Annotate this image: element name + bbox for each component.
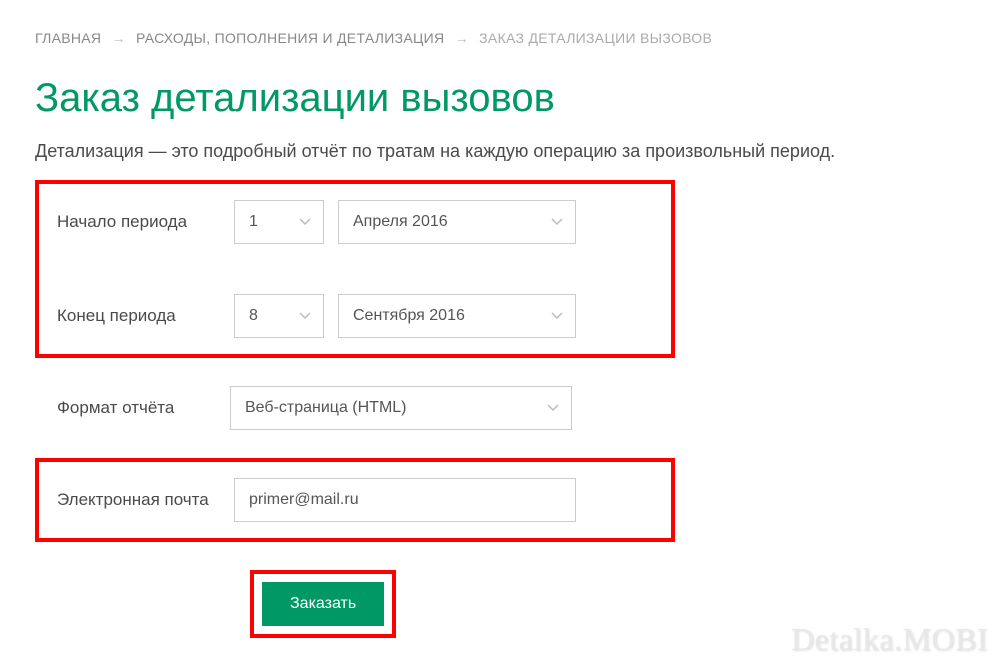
email-input[interactable] <box>234 478 576 522</box>
chevron-down-icon <box>299 213 311 231</box>
format-value: Веб-страница (HTML) <box>245 399 407 417</box>
period-end-month-select[interactable]: Сентября 2016 <box>338 294 576 338</box>
period-start-month-value: Апреля 2016 <box>353 213 448 231</box>
period-start-month-select[interactable]: Апреля 2016 <box>338 200 576 244</box>
period-end-row: Конец периода 8 Сентября 2016 <box>39 294 671 338</box>
breadcrumb-expenses[interactable]: РАСХОДЫ, ПОПОЛНЕНИЯ И ДЕТАЛИЗАЦИЯ <box>136 30 444 46</box>
breadcrumb-current: ЗАКАЗ ДЕТАЛИЗАЦИИ ВЫЗОВОВ <box>479 30 712 46</box>
period-highlight-box: Начало периода 1 Апреля 2016 Конец перио… <box>35 180 675 358</box>
chevron-down-icon <box>551 307 563 325</box>
chevron-down-icon <box>547 399 559 417</box>
chevron-down-icon <box>551 213 563 231</box>
format-select[interactable]: Веб-страница (HTML) <box>230 386 572 430</box>
period-start-day-value: 1 <box>249 213 258 231</box>
email-highlight-box: Электронная почта <box>35 458 675 542</box>
submit-button[interactable]: Заказать <box>262 582 384 626</box>
period-end-month-value: Сентября 2016 <box>353 307 465 325</box>
page-description: Детализация — это подробный отчёт по тра… <box>35 141 965 162</box>
period-start-day-select[interactable]: 1 <box>234 200 324 244</box>
chevron-down-icon <box>299 307 311 325</box>
email-row: Электронная почта <box>39 478 671 522</box>
period-end-label: Конец периода <box>39 306 234 326</box>
page-title: Заказ детализации вызовов <box>35 76 965 121</box>
format-row: Формат отчёта Веб-страница (HTML) <box>35 386 965 430</box>
period-end-day-value: 8 <box>249 307 258 325</box>
breadcrumb: ГЛАВНАЯ → РАСХОДЫ, ПОПОЛНЕНИЯ И ДЕТАЛИЗА… <box>35 30 965 46</box>
arrow-icon: → <box>112 30 126 46</box>
period-start-row: Начало периода 1 Апреля 2016 <box>39 200 671 244</box>
watermark: Detalka.MOBI <box>791 621 988 658</box>
breadcrumb-home[interactable]: ГЛАВНАЯ <box>35 30 101 46</box>
submit-highlight-box: Заказать <box>250 570 396 638</box>
email-label: Электронная почта <box>39 490 234 510</box>
period-start-label: Начало периода <box>39 212 234 232</box>
arrow-icon: → <box>455 30 469 46</box>
period-end-day-select[interactable]: 8 <box>234 294 324 338</box>
format-label: Формат отчёта <box>35 398 230 418</box>
